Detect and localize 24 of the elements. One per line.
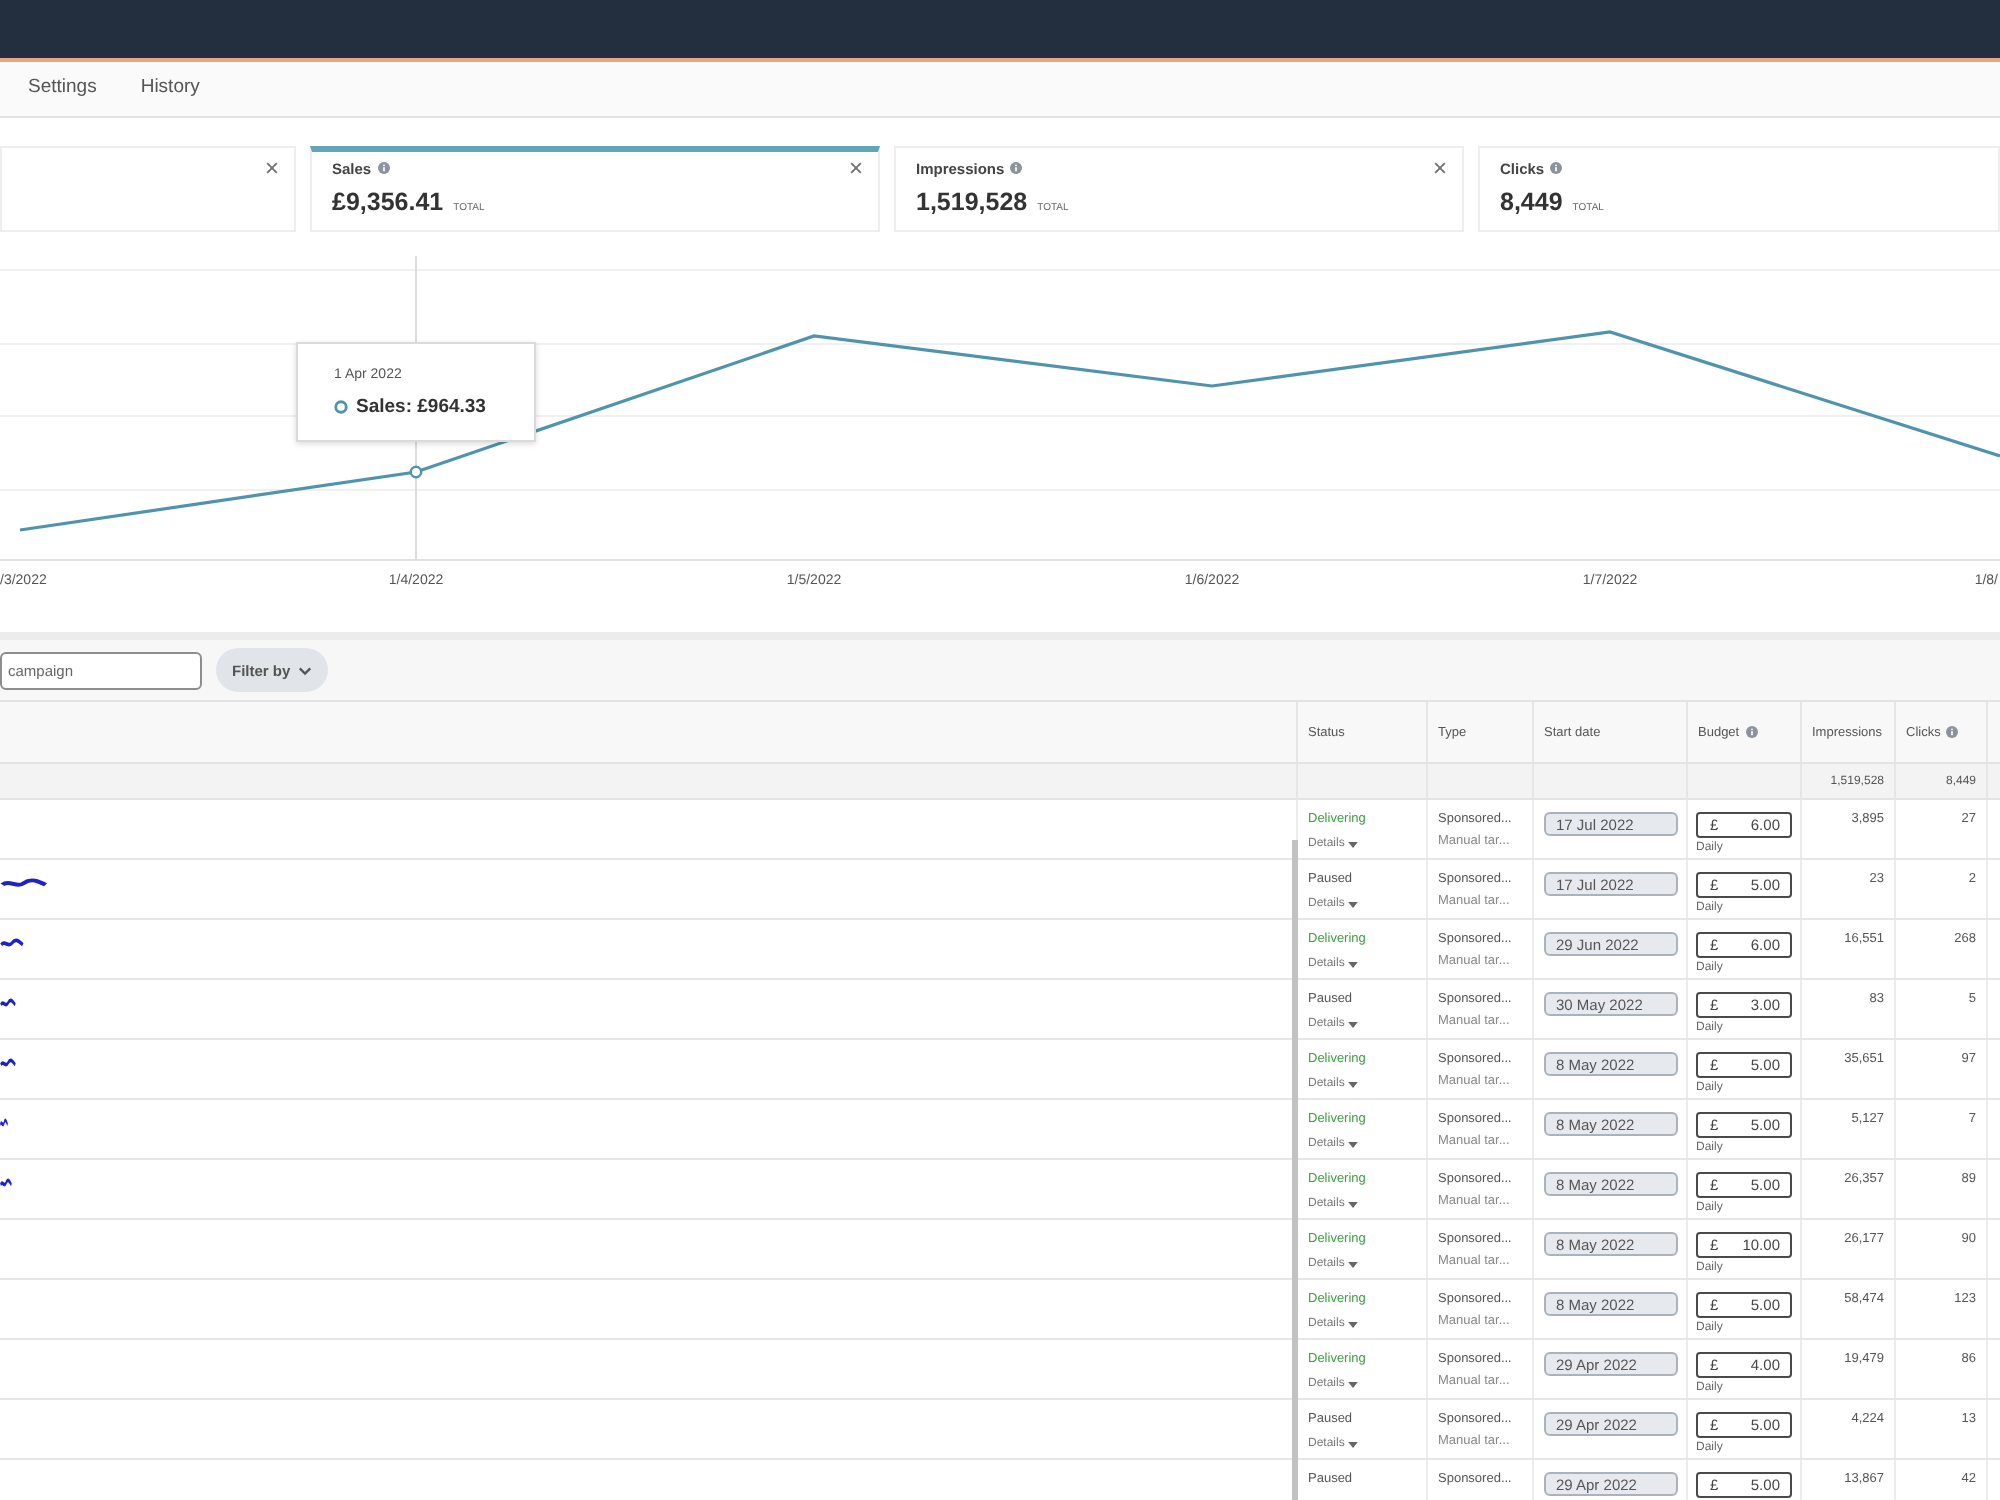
scrollbar-thumb[interactable] [1292,840,1298,1500]
close-icon[interactable] [266,162,278,174]
caret-icon [1348,841,1359,847]
caret-icon [1348,1441,1359,1447]
caret-icon [1348,1081,1359,1087]
metric-value: 1,519,528 [916,188,1028,218]
metric-value: 8,449 [1500,188,1563,218]
marker-icon [409,465,423,479]
caret-icon [1348,1141,1359,1147]
caret-icon [1348,1261,1359,1267]
close-icon[interactable] [850,162,862,174]
nav-tab[interactable]: History [140,71,200,107]
close-icon[interactable] [1434,162,1446,174]
caret-icon [1348,1381,1359,1387]
series-dot-icon [334,400,348,414]
metric-value: £9,356.41 [332,188,444,218]
caret-icon [1348,1201,1359,1207]
tooltip-value: Sales: £964.33 [356,396,486,418]
caret-icon [1348,961,1359,967]
caret-icon [1348,901,1359,907]
chevron-icon [298,665,313,675]
caret-icon [1348,1321,1359,1327]
nav-tab[interactable]: Settings [28,71,97,107]
caret-icon [1348,1021,1359,1027]
